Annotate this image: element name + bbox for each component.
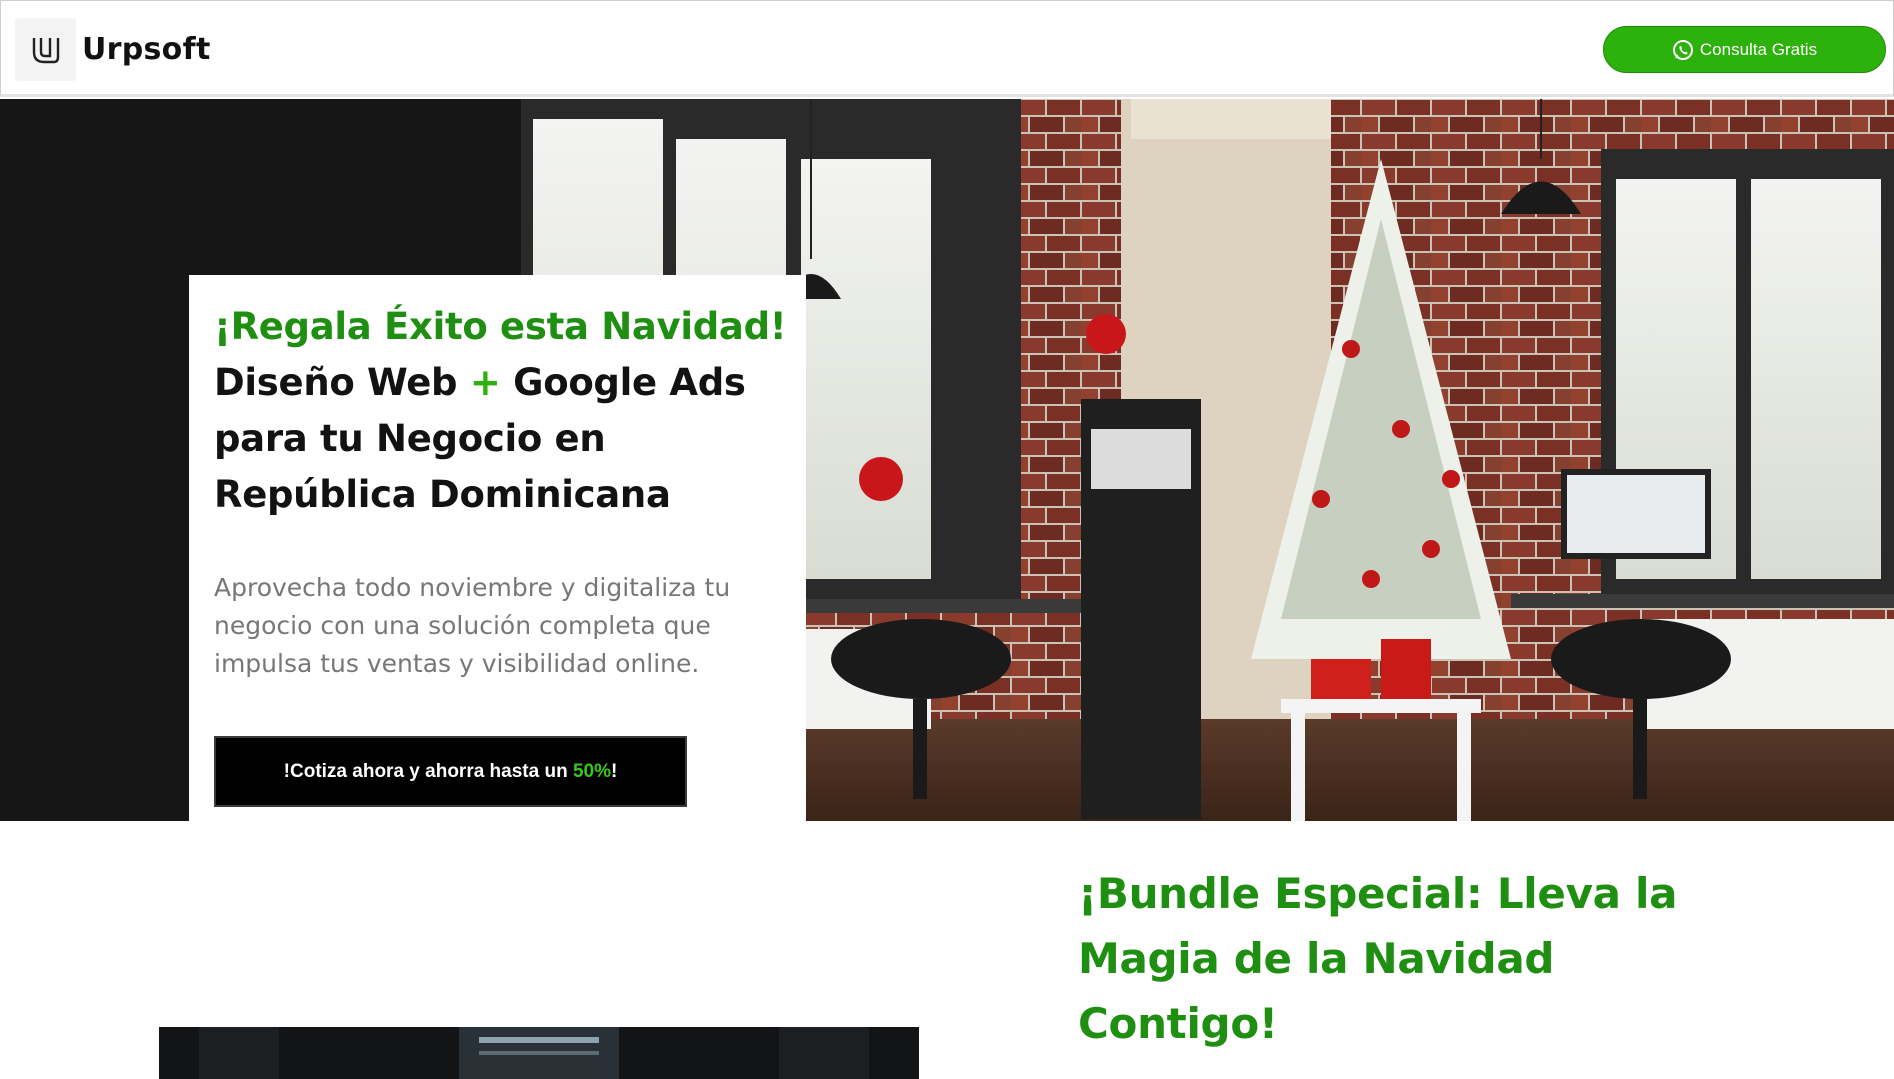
whatsapp-icon bbox=[1672, 39, 1694, 61]
hero-title-highlight: ¡Regala Éxito esta Navidad! bbox=[214, 305, 787, 348]
hero-title: ¡Regala Éxito esta Navidad! Diseño Web +… bbox=[214, 299, 794, 523]
consulta-gratis-label: Consulta Gratis bbox=[1699, 39, 1818, 59]
hero-description: Aprovecha todo noviembre y digitaliza tu… bbox=[214, 573, 731, 678]
bundle-section: ¡Bundle Especial: Lleva la Magia de la N… bbox=[0, 821, 1894, 1079]
server-room-image bbox=[159, 1027, 919, 1079]
hero-card: ¡Regala Éxito esta Navidad! Diseño Web +… bbox=[189, 275, 806, 821]
consulta-gratis-button[interactable]: Consulta Gratis bbox=[1603, 26, 1886, 73]
cotiza-label-suffix: ! bbox=[611, 760, 618, 782]
cotiza-label-prefix: !Cotiza ahora y ahorra hasta un bbox=[283, 760, 568, 782]
hero-section: ¡Regala Éxito esta Navidad! Diseño Web +… bbox=[0, 99, 1894, 821]
site-header: Urpsoft Consulta Gratis bbox=[0, 0, 1894, 97]
hero-title-plus: + bbox=[469, 361, 501, 404]
bundle-title: ¡Bundle Especial: Lleva la Magia de la N… bbox=[1078, 869, 1678, 1048]
brand-name: Urpsoft bbox=[82, 32, 211, 67]
urpsoft-logo-icon bbox=[15, 18, 76, 81]
hero-title-part1: Diseño Web bbox=[214, 361, 458, 404]
brand-logo[interactable]: Urpsoft bbox=[15, 18, 211, 81]
cotiza-label-percent: 50% bbox=[572, 760, 611, 782]
cotiza-ahora-button[interactable]: !Cotiza ahora y ahorra hasta un 50%! bbox=[214, 736, 687, 807]
